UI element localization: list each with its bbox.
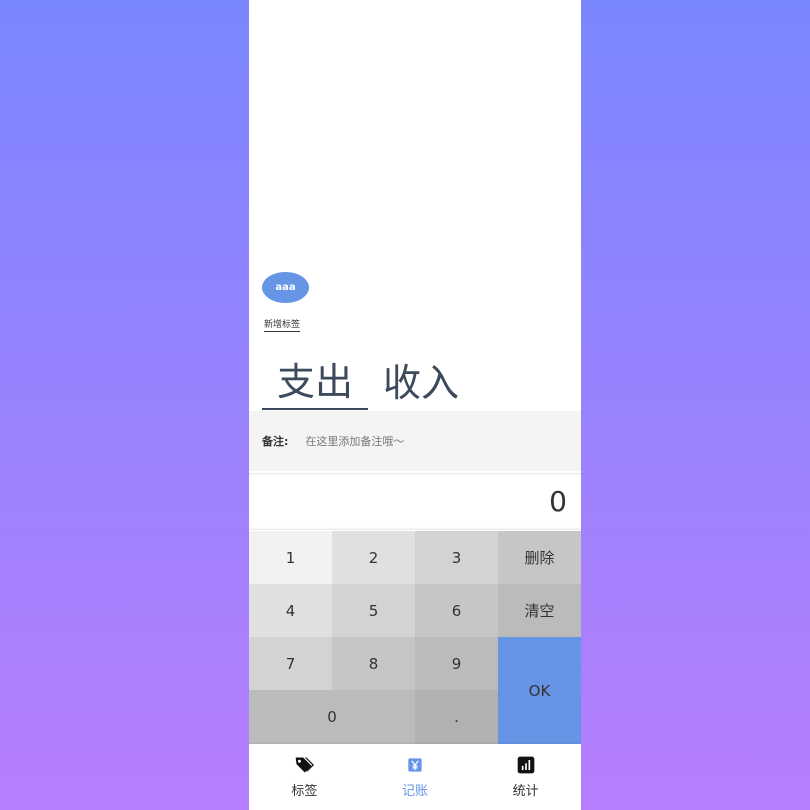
tab-income[interactable]: 收入 [368,348,474,410]
nav-label-tags: 标签 [291,784,318,799]
key-3[interactable]: 3 [415,531,498,584]
nav-item-bookkeeping[interactable]: 记账 [360,744,471,810]
money-icon [408,758,422,772]
amount-display: 0 [249,473,581,530]
add-tag-button[interactable]: 新增标签 [264,317,301,332]
key-2[interactable]: 2 [332,531,415,584]
key-4[interactable]: 4 [249,584,332,637]
number-keypad: 1 2 3 删除 4 5 6 清空 7 8 9 OK 0 . [249,531,581,744]
chart-icon [517,756,535,774]
key-5[interactable]: 5 [332,584,415,637]
tag-list: aaa [262,272,309,303]
notes-input[interactable] [303,433,538,449]
type-tabs: 支出 收入 [262,348,474,410]
app-screen: aaa 新增标签 支出 收入 备注: 0 1 2 3 删除 4 5 6 清空 7… [249,0,581,810]
nav-label-stats: 统计 [512,784,539,799]
notes-row: 备注: [249,411,581,471]
key-1[interactable]: 1 [249,531,332,584]
key-7[interactable]: 7 [249,637,332,690]
key-0[interactable]: 0 [249,690,415,744]
key-9[interactable]: 9 [415,637,498,690]
nav-label-bookkeeping: 记账 [402,784,429,799]
bottom-nav: 标签 记账 统计 [249,744,581,810]
ok-button[interactable]: OK [498,637,581,744]
tag-item[interactable]: aaa [262,272,309,303]
tag-icon [295,757,315,773]
key-6[interactable]: 6 [415,584,498,637]
delete-button[interactable]: 删除 [498,531,581,584]
nav-item-tags[interactable]: 标签 [249,744,360,810]
clear-button[interactable]: 清空 [498,584,581,637]
key-8[interactable]: 8 [332,637,415,690]
key-dot[interactable]: . [415,690,498,744]
tab-expense[interactable]: 支出 [262,348,368,410]
nav-item-stats[interactable]: 统计 [470,744,581,810]
notes-label: 备注: [262,435,289,448]
